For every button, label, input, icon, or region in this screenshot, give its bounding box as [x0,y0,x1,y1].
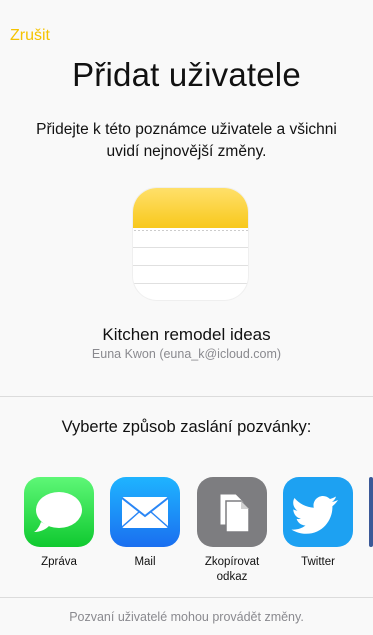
page-title: Přidat uživatele [72,56,301,93]
notes-app-icon [133,188,248,300]
cancel-button[interactable]: Zrušit [10,27,50,45]
twitter-icon [283,477,353,547]
share-option-messages[interactable]: Zpráva [24,477,94,570]
share-heading: Vyberte způsob zaslání pozvánky: [61,418,312,436]
share-option-mail[interactable]: Mail [110,477,180,570]
footer-note: Pozvaní uživatelé mohou provádět změny. [69,610,304,624]
note-title: Kitchen remodel ideas [102,325,271,344]
share-option-copy-link[interactable]: Zkopírovat odkaz [197,477,267,585]
note-icon-rule [133,247,248,248]
note-icon-perforation [133,229,248,232]
copy-icon [197,477,267,547]
note-icon-rule [133,283,248,284]
section-divider [0,396,373,397]
share-option-label: Twitter [301,556,335,568]
note-icon-header [133,188,248,228]
mail-icon [110,477,180,547]
add-people-screen: Zrušit Přidat uživatele Přidejte k této … [0,0,373,635]
share-option-label: Zkopírovat odkaz [204,556,260,583]
page-subtitle: Přidejte k této poznámce uživatele a vši… [36,121,337,160]
note-icon-rule [133,265,248,266]
messages-icon [24,477,94,547]
more-app-icon [369,477,373,547]
share-option-more[interactable] [369,477,373,547]
share-option-twitter[interactable]: Twitter [283,477,353,570]
share-option-label: Mail [134,556,156,568]
section-divider [0,597,373,598]
note-owner: Euna Kwon (euna_k@icloud.com) [91,347,282,361]
share-option-label: Zpráva [41,556,77,568]
